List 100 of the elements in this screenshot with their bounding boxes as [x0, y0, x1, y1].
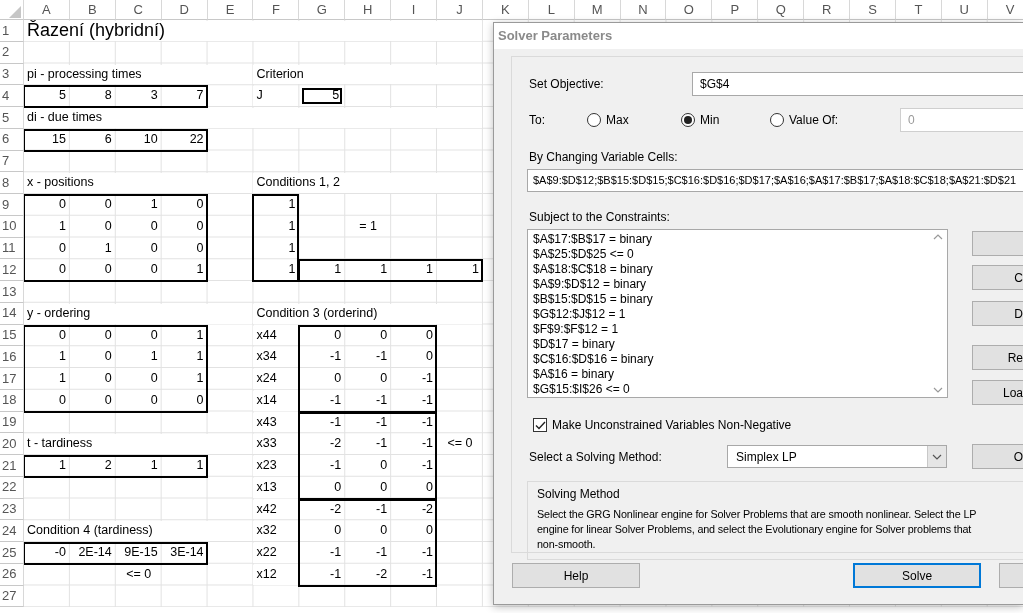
- chevron-down-icon[interactable]: [932, 453, 942, 460]
- chevron-up-icon[interactable]: [933, 234, 943, 240]
- row-header[interactable]: 25: [0, 542, 24, 564]
- constraints-list[interactable]: $A$17:$B$17 = binary $A$25:$D$25 <= 0 $A$18:$C$18 = binary $A$9:$D$12 = binary $B$15:$D$15 = binary $G$12:$J$12 = 1 $F$9:$F$12 = 1 $D$17 = binary $C$16:$D$16 = binary $A$16 = binary $G$15:$I$26 <= 0: [527, 229, 948, 398]
- row-header[interactable]: 27: [0, 585, 24, 608]
- row-header[interactable]: 24: [0, 520, 24, 542]
- column-header[interactable]: K: [482, 0, 529, 20]
- dialog-button[interactable]: [999, 563, 1023, 588]
- column-header[interactable]: L: [528, 0, 575, 20]
- list-item[interactable]: $C$16:$D$16 = binary: [533, 352, 924, 367]
- select-all-icon[interactable]: [8, 5, 21, 18]
- column-header[interactable]: A: [24, 0, 70, 20]
- column-header[interactable]: H: [345, 0, 392, 20]
- column-header[interactable]: P: [712, 0, 759, 20]
- table-cell-text: 1: [103, 240, 113, 257]
- table-cell-text: 1: [57, 458, 67, 474]
- table-cell-text: 8: [103, 88, 113, 104]
- row-header[interactable]: 1: [0, 20, 24, 42]
- dialog-button[interactable]: C: [972, 265, 1023, 290]
- radio-option[interactable]: Max: [587, 111, 681, 129]
- row-header[interactable]: 22: [0, 476, 24, 499]
- row-header[interactable]: 11: [0, 237, 24, 260]
- row-header[interactable]: 2: [0, 41, 24, 64]
- table-cell-text: -1: [329, 458, 343, 474]
- table-cell-text: 0: [149, 392, 159, 409]
- list-item[interactable]: $A$18:$C$18 = binary: [533, 262, 924, 277]
- list-item[interactable]: $A$17:$B$17 = binary: [533, 232, 924, 247]
- row-header[interactable]: 8: [0, 172, 24, 194]
- table-cell-text: 0: [195, 197, 205, 213]
- row-header[interactable]: 5: [0, 107, 24, 129]
- row-header[interactable]: 21: [0, 455, 24, 477]
- description-text: non-smooth.: [537, 537, 596, 552]
- variable-cells-field[interactable]: $A$9:$D$12;$B$15:$D$15;$C$16:$D$16;$D$17;$A$16;$A$17:$B$17;$A$18:$C$18;$A$21:$D$21: [527, 169, 1023, 192]
- row-header[interactable]: 10: [0, 215, 24, 238]
- row-header[interactable]: 14: [0, 302, 24, 325]
- list-item[interactable]: $F$9:$F$12 = 1: [533, 322, 924, 337]
- row-header[interactable]: 4: [0, 85, 24, 107]
- table-cell-text: 2: [103, 458, 113, 474]
- column-header[interactable]: Q: [758, 0, 805, 20]
- list-item[interactable]: $A$9:$D$12 = binary: [533, 277, 924, 292]
- options-button[interactable]: O: [972, 444, 1023, 469]
- row-header[interactable]: 18: [0, 389, 24, 412]
- objective-field[interactable]: $G$4: [692, 72, 1023, 96]
- column-header[interactable]: E: [207, 0, 254, 20]
- table-cell-text: -1: [375, 545, 389, 561]
- row-header[interactable]: 7: [0, 150, 24, 173]
- dialog-button[interactable]: Solve: [853, 563, 982, 588]
- column-header[interactable]: O: [666, 0, 713, 20]
- column-header[interactable]: F: [253, 0, 300, 20]
- row-header[interactable]: 6: [0, 128, 24, 151]
- row-header[interactable]: 9: [0, 194, 24, 216]
- dialog-button[interactable]: Re: [972, 345, 1023, 370]
- table-cell-text: 0: [379, 327, 389, 344]
- dialog-button[interactable]: Loa: [972, 380, 1023, 405]
- column-header[interactable]: C: [115, 0, 162, 20]
- row-header[interactable]: 3: [0, 63, 24, 86]
- row-header[interactable]: 13: [0, 281, 24, 303]
- column-header[interactable]: M: [574, 0, 621, 20]
- dialog-button[interactable]: D: [972, 301, 1023, 326]
- list-item[interactable]: $G$12:$J$12 = 1: [533, 307, 924, 322]
- row-header[interactable]: 12: [0, 259, 24, 281]
- column-header[interactable]: G: [299, 0, 346, 20]
- row-header[interactable]: 15: [0, 324, 24, 347]
- radio-option[interactable]: Min: [681, 111, 770, 129]
- column-header[interactable]: S: [850, 0, 896, 20]
- table-cell-text: -1: [329, 545, 343, 561]
- chevron-down-icon[interactable]: [933, 387, 943, 393]
- table-cell-text: 0: [149, 240, 159, 257]
- field-label: Set Objective:: [529, 77, 604, 92]
- row-header[interactable]: 16: [0, 346, 24, 368]
- checkmark-icon: [534, 420, 546, 430]
- column-header[interactable]: I: [391, 0, 437, 20]
- dialog-button[interactable]: [972, 231, 1023, 256]
- method-dropdown[interactable]: Simplex LP: [727, 445, 947, 468]
- list-item[interactable]: $G$15:$I$26 <= 0: [533, 382, 924, 397]
- description-text: engine for linear Solver Problems, and select the Evolutionary engine for Solver problems that: [537, 522, 972, 537]
- column-header[interactable]: U: [941, 0, 988, 20]
- list-item[interactable]: $B$15:$D$15 = binary: [533, 292, 924, 307]
- column-header[interactable]: D: [161, 0, 208, 20]
- column-header[interactable]: R: [804, 0, 851, 20]
- row-header[interactable]: 20: [0, 433, 24, 455]
- checkbox[interactable]: Make Unconstrained Variables Non-Negative: [533, 416, 1023, 434]
- table-cell-text: 22: [188, 131, 205, 148]
- table-cell-text: 1: [57, 349, 67, 365]
- dialog-button[interactable]: Help: [512, 563, 641, 588]
- row-header[interactable]: 17: [0, 368, 24, 390]
- column-header[interactable]: T: [895, 0, 942, 20]
- radio-option[interactable]: Value Of:: [770, 111, 900, 129]
- list-item[interactable]: $A$25:$D$25 <= 0: [533, 247, 924, 262]
- column-header[interactable]: N: [620, 0, 667, 20]
- row-header[interactable]: 26: [0, 563, 24, 586]
- row-header[interactable]: 23: [0, 498, 24, 521]
- row-header[interactable]: 19: [0, 411, 24, 434]
- column-header[interactable]: J: [437, 0, 483, 20]
- list-item[interactable]: $D$17 = binary: [533, 337, 924, 352]
- table-cell: x22: [253, 543, 299, 563]
- column-header[interactable]: B: [69, 0, 116, 20]
- table-cell-text: 1: [470, 262, 480, 278]
- table-cell-text: -1: [329, 349, 343, 365]
- list-item[interactable]: $A$16 = binary: [533, 367, 924, 382]
